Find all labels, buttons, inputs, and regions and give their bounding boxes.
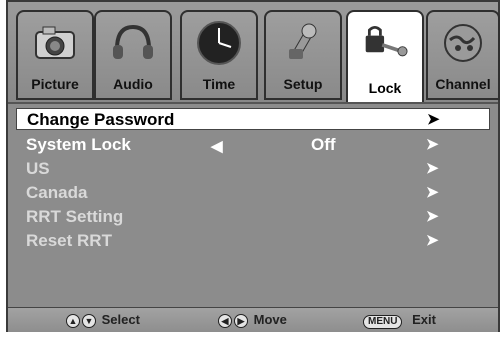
headphones-icon	[110, 20, 156, 66]
tab-lock[interactable]: Lock	[346, 10, 424, 102]
footer-hints: ▲ ▼ Select ◀ ▶ Move MENU Exit	[8, 307, 498, 332]
menu-key-icon: MENU	[363, 315, 403, 329]
chevron-right-icon: ➤	[426, 232, 439, 249]
tab-time[interactable]: Time	[180, 10, 258, 100]
down-arrow-icon: ▼	[82, 314, 96, 328]
tab-setup[interactable]: Setup	[264, 10, 342, 100]
menu-item-us[interactable]: US ➤	[16, 158, 490, 180]
up-arrow-icon: ▲	[66, 314, 80, 328]
menu-item-change-password[interactable]: Change Password ➤	[16, 108, 490, 130]
tab-label: Picture	[31, 76, 79, 92]
tab-audio[interactable]: Audio	[94, 10, 172, 100]
chevron-right-icon: ➤	[426, 160, 439, 177]
tab-label: Audio	[113, 76, 153, 92]
exit-label: Exit	[412, 312, 436, 327]
chevron-left-icon[interactable]: ◀	[211, 137, 223, 155]
menu-item-label: System Lock	[26, 135, 131, 154]
select-label: Select	[101, 312, 140, 327]
exit-hint: MENU Exit	[363, 311, 436, 329]
tab-bar: Picture Audio Time Setup Lock Channel	[8, 2, 500, 102]
tab-label: Channel	[435, 76, 491, 92]
move-label: Move	[253, 312, 287, 327]
move-hint: ◀ ▶ Move	[218, 311, 287, 329]
tab-label: Time	[202, 76, 236, 92]
camera-icon	[32, 20, 78, 66]
system-lock-value: Off	[311, 135, 336, 154]
lock-key-icon	[362, 20, 408, 66]
menu-item-canada[interactable]: Canada ➤	[16, 182, 490, 204]
menu-item-system-lock[interactable]: System Lock ◀ Off ➤	[16, 134, 490, 156]
menu-item-label: US	[26, 159, 50, 178]
globe-icon	[440, 20, 486, 66]
chevron-right-icon: ➤	[427, 111, 440, 128]
menu-item-label: Reset RRT	[26, 231, 112, 250]
chevron-right-icon[interactable]: ➤	[426, 137, 439, 153]
menu-item-reset-rrt[interactable]: Reset RRT ➤	[16, 230, 490, 252]
left-arrow-icon: ◀	[218, 314, 232, 328]
right-arrow-icon: ▶	[234, 314, 248, 328]
tab-channel[interactable]: Channel	[426, 10, 500, 100]
tab-label: Lock	[368, 80, 402, 96]
clock-icon	[196, 20, 242, 66]
chevron-right-icon: ➤	[426, 208, 439, 225]
lock-menu: Change Password ➤ System Lock ◀ Off ➤ US…	[8, 102, 498, 307]
menu-item-label: Canada	[26, 183, 88, 202]
select-hint: ▲ ▼ Select	[66, 311, 140, 329]
tab-label: Setup	[283, 76, 323, 92]
menu-item-rrt-setting[interactable]: RRT Setting ➤	[16, 206, 490, 228]
tv-osd-window: Picture Audio Time Setup Lock Channel Ch…	[6, 0, 500, 332]
menu-item-label: RRT Setting	[26, 207, 124, 226]
chevron-right-icon: ➤	[426, 184, 439, 201]
tools-icon	[280, 20, 326, 66]
menu-item-label: Change Password	[27, 110, 175, 129]
tab-picture[interactable]: Picture	[16, 10, 94, 100]
